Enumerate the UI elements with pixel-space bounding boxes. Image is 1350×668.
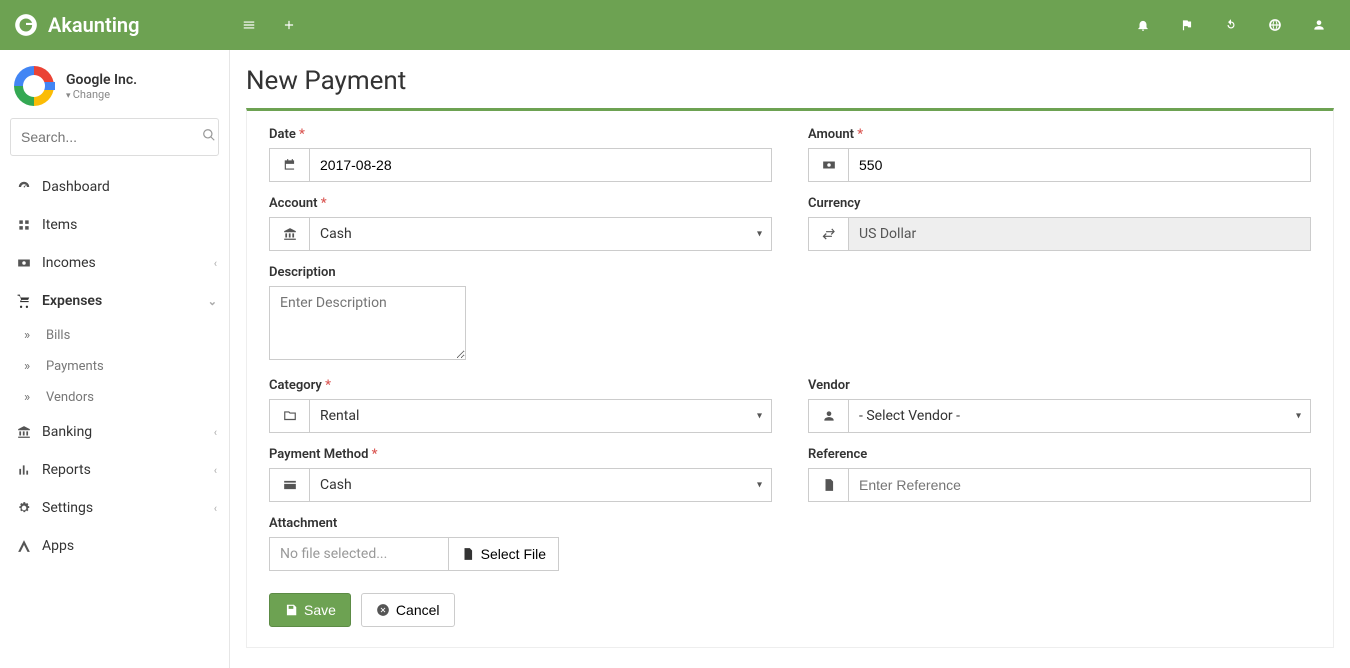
items-icon <box>14 218 34 232</box>
company-change[interactable]: Change <box>66 88 137 101</box>
calendar-icon <box>269 148 309 182</box>
nav-incomes[interactable]: Incomes ‹ <box>0 244 229 282</box>
file-icon <box>808 468 848 502</box>
sub-arrow-icon: » <box>24 328 38 343</box>
description-label: Description <box>269 265 1311 280</box>
reference-label: Reference <box>808 447 1311 462</box>
cancel-button[interactable]: Cancel <box>361 593 455 627</box>
nav-apps[interactable]: Apps <box>0 527 229 565</box>
search-icon[interactable] <box>202 128 216 146</box>
amount-input[interactable] <box>848 148 1311 182</box>
company-selector[interactable]: Google Inc. Change <box>0 62 229 118</box>
attachment-display: No file selected... <box>269 537 448 571</box>
globe-icon[interactable] <box>1266 16 1284 34</box>
nav-bills[interactable]: » Bills <box>0 320 229 351</box>
category-label: Category * <box>269 378 772 393</box>
incomes-icon <box>14 256 34 270</box>
currency-label: Currency <box>808 196 1311 211</box>
folder-icon <box>269 399 309 433</box>
sidebar-toggle-icon[interactable] <box>240 16 258 34</box>
date-label: Date * <box>269 127 772 142</box>
exchange-icon <box>808 217 848 251</box>
search-input[interactable] <box>21 129 202 145</box>
settings-icon <box>14 501 34 515</box>
chevron-left-icon: ‹ <box>214 257 217 270</box>
caret-down-icon: ▾ <box>1296 411 1301 422</box>
company-logo-icon <box>14 66 54 106</box>
account-label: Account * <box>269 196 772 211</box>
refresh-icon[interactable] <box>1222 16 1240 34</box>
main-content: New Payment Date * Amount * <box>230 50 1350 668</box>
nav-expenses[interactable]: Expenses ⌄ <box>0 282 229 320</box>
nav-vendors[interactable]: » Vendors <box>0 382 229 413</box>
caret-down-icon: ▾ <box>757 411 762 422</box>
nav-dashboard[interactable]: Dashboard <box>0 168 229 206</box>
sidebar: Google Inc. Change Dashboard Items <box>0 50 230 668</box>
expenses-icon <box>14 294 34 308</box>
currency-display: US Dollar <box>848 217 1311 251</box>
chevron-left-icon: ‹ <box>214 502 217 515</box>
nav-items[interactable]: Items <box>0 206 229 244</box>
vendor-label: Vendor <box>808 378 1311 393</box>
money-icon <box>808 148 848 182</box>
caret-down-icon: ▾ <box>757 229 762 240</box>
brand[interactable]: Akaunting <box>12 11 230 39</box>
sub-arrow-icon: » <box>24 390 38 405</box>
category-select[interactable]: Rental ▾ <box>309 399 772 433</box>
page-title: New Payment <box>246 66 1334 96</box>
save-button[interactable]: Save <box>269 593 351 627</box>
payment-method-select[interactable]: Cash ▾ <box>309 468 772 502</box>
payment-method-label: Payment Method * <box>269 447 772 462</box>
flag-icon[interactable] <box>1178 16 1196 34</box>
bank-icon <box>269 217 309 251</box>
user-icon[interactable] <box>1310 16 1328 34</box>
reports-icon <box>14 463 34 477</box>
vendor-select[interactable]: - Select Vendor - ▾ <box>848 399 1311 433</box>
nav-settings[interactable]: Settings ‹ <box>0 489 229 527</box>
nav-banking[interactable]: Banking ‹ <box>0 413 229 451</box>
banking-icon <box>14 425 34 439</box>
dashboard-icon <box>14 180 34 194</box>
chevron-down-icon: ⌄ <box>208 295 217 308</box>
sub-arrow-icon: » <box>24 359 38 374</box>
bell-icon[interactable] <box>1134 16 1152 34</box>
description-input[interactable] <box>269 286 466 360</box>
brand-logo-icon <box>12 11 40 39</box>
search-box[interactable] <box>10 118 219 156</box>
company-name: Google Inc. <box>66 72 137 88</box>
form-panel: Date * Amount * Account * <box>246 108 1334 648</box>
chevron-left-icon: ‹ <box>214 426 217 439</box>
caret-down-icon: ▾ <box>757 480 762 491</box>
account-select[interactable]: Cash ▾ <box>309 217 772 251</box>
amount-label: Amount * <box>808 127 1311 142</box>
date-input[interactable] <box>309 148 772 182</box>
nav-payments[interactable]: » Payments <box>0 351 229 382</box>
attachment-label: Attachment <box>269 516 772 531</box>
person-icon <box>808 399 848 433</box>
topbar: Akaunting <box>0 0 1350 50</box>
apps-icon <box>14 539 34 553</box>
card-icon <box>269 468 309 502</box>
add-icon[interactable] <box>280 16 298 34</box>
nav-reports[interactable]: Reports ‹ <box>0 451 229 489</box>
reference-input[interactable] <box>848 468 1311 502</box>
brand-name: Akaunting <box>48 13 139 37</box>
select-file-button[interactable]: Select File <box>448 537 559 571</box>
chevron-left-icon: ‹ <box>214 464 217 477</box>
